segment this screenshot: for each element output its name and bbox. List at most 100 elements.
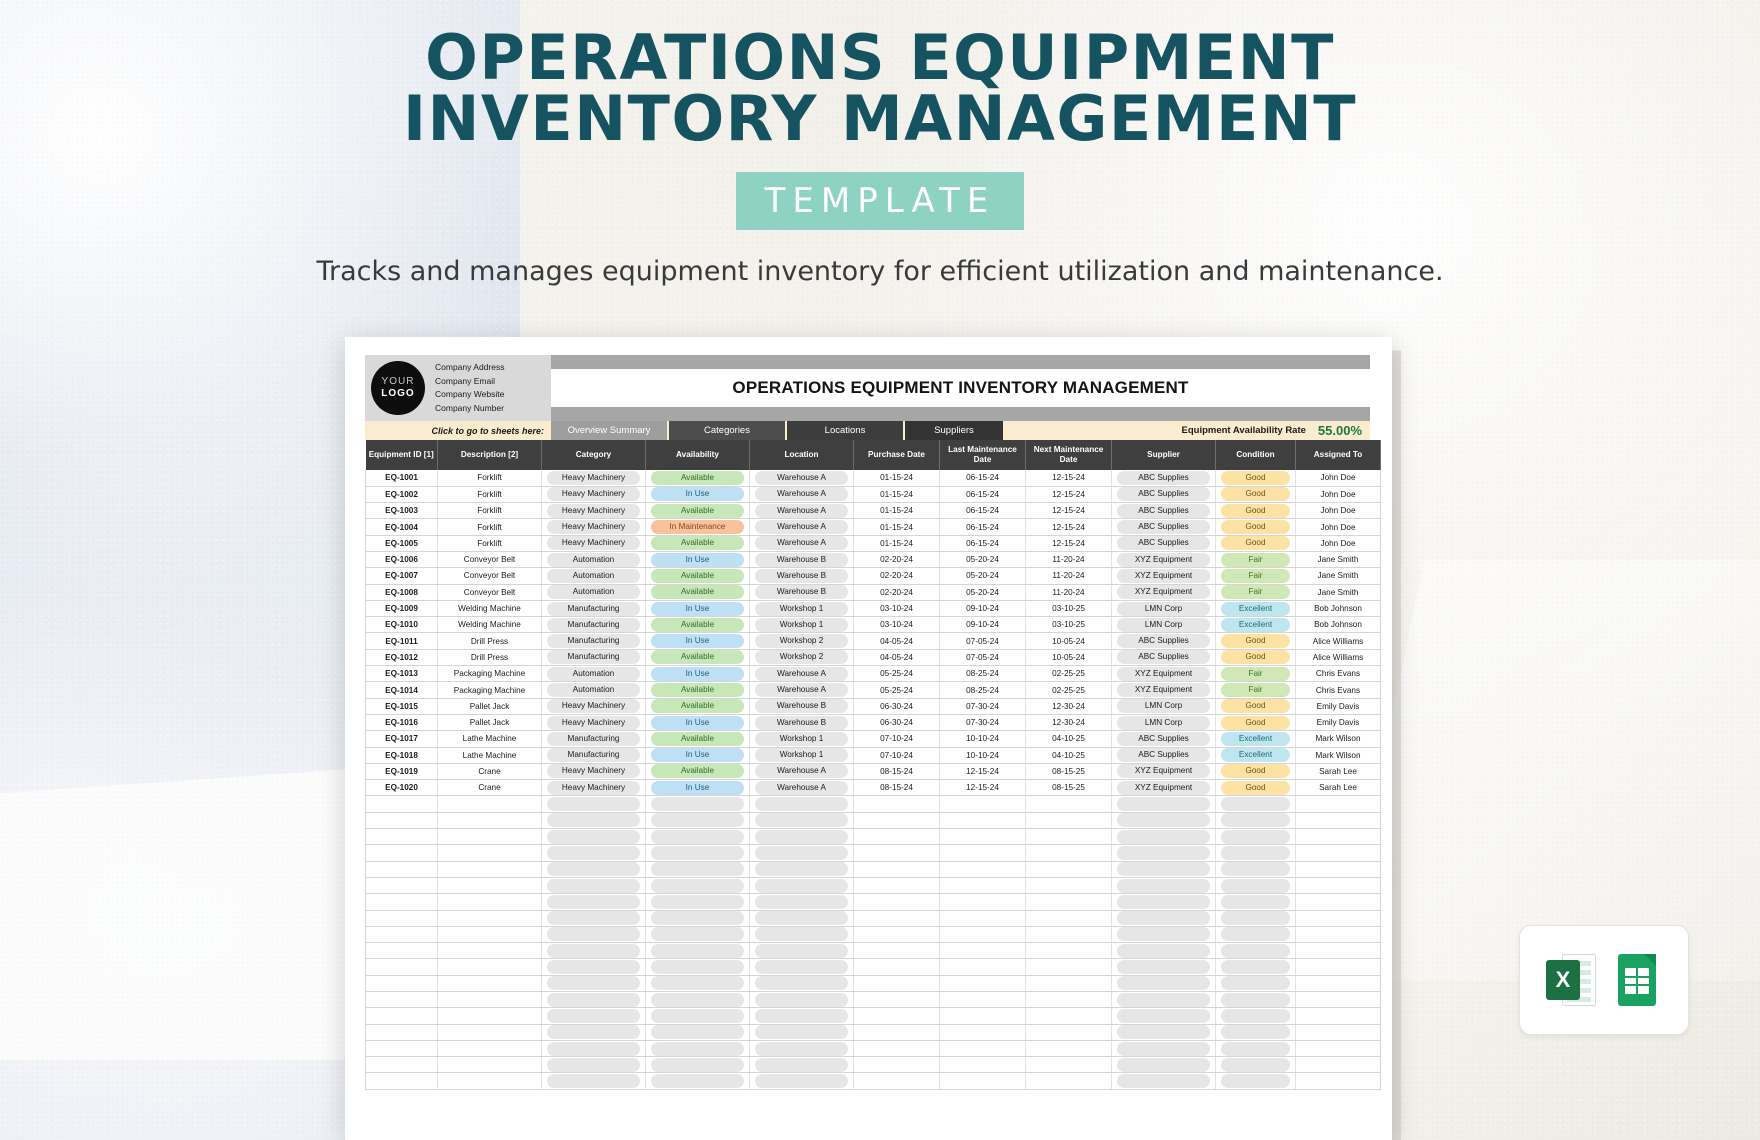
cell-supplier[interactable]: ABC Supplies [1111,486,1216,504]
cell-condition[interactable]: Excellent [1215,747,1296,764]
cell-purchase-date[interactable] [853,795,940,813]
col-header-next-maintenance-date[interactable]: Next Maintenance Date [1025,440,1112,470]
cell-next-maintenance-date[interactable]: 11-20-24 [1025,567,1112,585]
cell-description[interactable] [437,958,542,976]
cell-supplier[interactable] [1111,812,1216,830]
table-row[interactable]: EQ-1015 Pallet Jack Heavy Machinery Availab… [365,698,1381,715]
table-row-empty[interactable] [365,958,1381,976]
cell-description[interactable]: Pallet Jack [437,698,542,715]
cell-last-maintenance-date[interactable]: 12-15-24 [939,763,1026,781]
col-header-last-maintenance-date[interactable]: Last Maintenance Date [939,440,1026,470]
table-row-empty[interactable] [365,893,1381,911]
cell-next-maintenance-date[interactable]: 10-05-24 [1025,649,1112,667]
cell-availability[interactable] [645,942,750,960]
cell-description[interactable] [437,1024,542,1041]
cell-supplier[interactable] [1111,910,1216,927]
cell-assigned-to[interactable]: Chris Evans [1295,681,1381,699]
cell-assigned-to[interactable]: Bob Johnson [1295,616,1381,634]
cell-availability[interactable] [645,1056,750,1074]
cell-last-maintenance-date[interactable] [939,1056,1026,1074]
col-header-availability[interactable]: Availability [645,440,750,470]
cell-description[interactable]: Lathe Machine [437,747,542,764]
cell-availability[interactable]: Available [645,698,750,715]
cell-purchase-date[interactable]: 05-25-24 [853,665,940,683]
cell-last-maintenance-date[interactable]: 07-05-24 [939,632,1026,650]
cell-equipment-id[interactable] [365,958,438,976]
cell-availability[interactable]: Available [645,535,750,552]
cell-availability[interactable] [645,893,750,911]
google-sheets-file-icon[interactable] [1612,954,1662,1006]
cell-location[interactable]: Warehouse A [749,502,854,520]
cell-purchase-date[interactable]: 05-25-24 [853,681,940,699]
cell-equipment-id[interactable]: EQ-1001 [365,470,438,487]
cell-equipment-id[interactable]: EQ-1003 [365,502,438,520]
cell-condition[interactable] [1215,926,1296,944]
cell-last-maintenance-date[interactable]: 10-10-24 [939,747,1026,764]
cell-availability[interactable] [645,991,750,1009]
cell-description[interactable]: Forklift [437,535,542,552]
cell-last-maintenance-date[interactable] [939,812,1026,830]
cell-category[interactable] [541,893,646,911]
cell-category[interactable]: Heavy Machinery [541,470,646,487]
cell-category[interactable]: Automation [541,665,646,683]
cell-equipment-id[interactable] [365,828,438,846]
cell-assigned-to[interactable]: Mark Wilson [1295,747,1381,764]
cell-supplier[interactable]: XYZ Equipment [1111,584,1216,601]
cell-description[interactable] [437,812,542,830]
cell-location[interactable]: Warehouse A [749,779,854,797]
col-header-supplier[interactable]: Supplier [1111,440,1216,470]
cell-description[interactable] [437,942,542,960]
cell-next-maintenance-date[interactable]: 02-25-25 [1025,681,1112,699]
cell-next-maintenance-date[interactable] [1025,1056,1112,1074]
cell-equipment-id[interactable]: EQ-1019 [365,763,438,781]
cell-supplier[interactable]: ABC Supplies [1111,535,1216,552]
cell-supplier[interactable]: XYZ Equipment [1111,681,1216,699]
cell-next-maintenance-date[interactable]: 02-25-25 [1025,665,1112,683]
cell-supplier[interactable] [1111,1056,1216,1074]
cell-next-maintenance-date[interactable] [1025,975,1112,993]
cell-last-maintenance-date[interactable]: 09-10-24 [939,616,1026,634]
cell-location[interactable]: Warehouse B [749,551,854,569]
cell-category[interactable]: Manufacturing [541,649,646,667]
cell-equipment-id[interactable] [365,861,438,878]
cell-equipment-id[interactable]: EQ-1008 [365,584,438,601]
cell-next-maintenance-date[interactable]: 04-10-25 [1025,747,1112,764]
cell-description[interactable] [437,893,542,911]
cell-equipment-id[interactable] [365,910,438,927]
cell-description[interactable] [437,975,542,993]
cell-next-maintenance-date[interactable] [1025,844,1112,862]
cell-next-maintenance-date[interactable] [1025,910,1112,927]
cell-next-maintenance-date[interactable]: 03-10-25 [1025,600,1112,618]
cell-location[interactable] [749,1040,854,1058]
cell-condition[interactable]: Fair [1215,681,1296,699]
table-row-empty[interactable] [365,926,1381,944]
cell-location[interactable]: Workshop 1 [749,600,854,618]
cell-location[interactable]: Warehouse A [749,665,854,683]
cell-assigned-to[interactable] [1295,893,1381,911]
cell-description[interactable] [437,1072,542,1090]
cell-last-maintenance-date[interactable] [939,877,1026,895]
cell-availability[interactable]: In Maintenance [645,518,750,536]
sheet-tab-suppliers[interactable]: Suppliers [905,421,1005,440]
cell-equipment-id[interactable]: EQ-1013 [365,665,438,683]
cell-last-maintenance-date[interactable] [939,942,1026,960]
cell-availability[interactable] [645,1040,750,1058]
cell-assigned-to[interactable] [1295,828,1381,846]
cell-category[interactable] [541,910,646,927]
table-row-empty[interactable] [365,1024,1381,1041]
table-row[interactable]: EQ-1009 Welding Machine Manufacturing In Us… [365,600,1381,618]
cell-condition[interactable] [1215,942,1296,960]
cell-supplier[interactable]: ABC Supplies [1111,470,1216,487]
cell-description[interactable] [437,926,542,944]
cell-equipment-id[interactable]: EQ-1014 [365,681,438,699]
table-row-empty[interactable] [365,877,1381,895]
cell-purchase-date[interactable] [853,1056,940,1074]
cell-last-maintenance-date[interactable] [939,795,1026,813]
cell-next-maintenance-date[interactable]: 03-10-25 [1025,616,1112,634]
cell-equipment-id[interactable] [365,942,438,960]
cell-category[interactable]: Automation [541,681,646,699]
table-row-empty[interactable] [365,991,1381,1009]
cell-supplier[interactable] [1111,877,1216,895]
cell-purchase-date[interactable] [853,893,940,911]
cell-assigned-to[interactable]: Jane Smith [1295,567,1381,585]
